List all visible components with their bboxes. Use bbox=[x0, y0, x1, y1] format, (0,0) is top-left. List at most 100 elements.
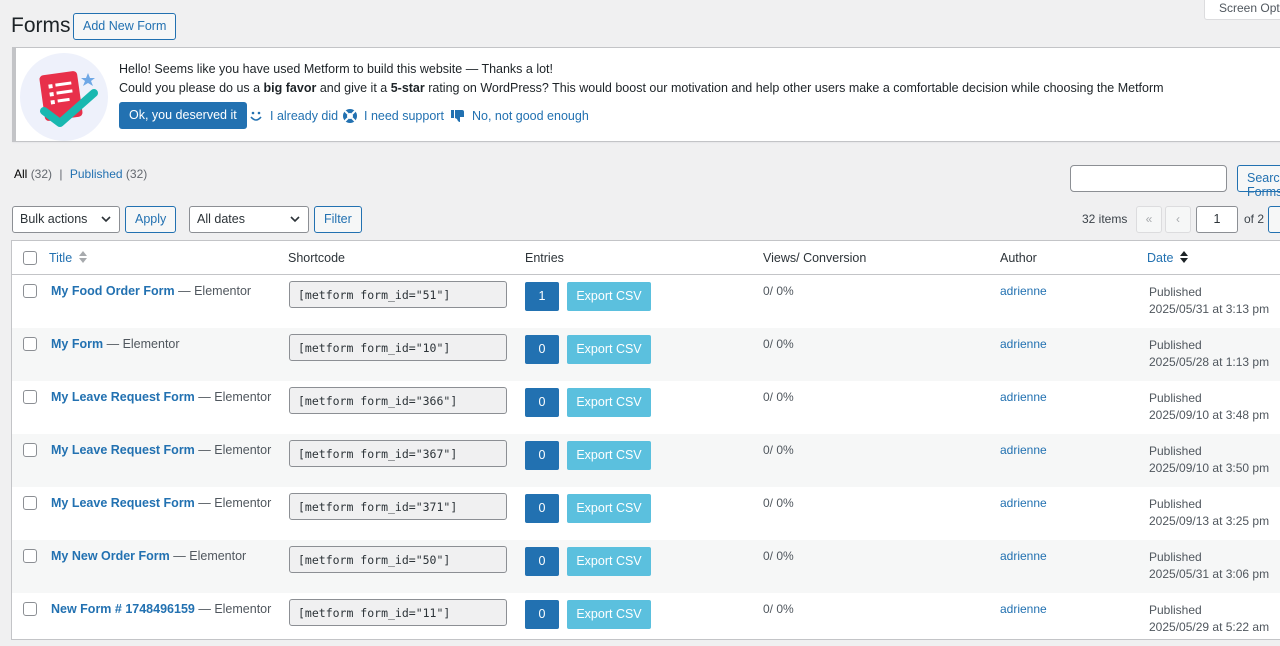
current-page-input[interactable]: 1 bbox=[1196, 206, 1238, 233]
export-csv-button[interactable]: Export CSV bbox=[567, 388, 651, 417]
apply-button[interactable]: Apply bbox=[125, 206, 177, 233]
form-title-link[interactable]: My Food Order Form bbox=[51, 284, 175, 298]
export-csv-button[interactable]: Export CSV bbox=[567, 441, 651, 470]
column-entries: Entries bbox=[525, 251, 564, 265]
first-page-button[interactable]: « bbox=[1136, 206, 1162, 233]
form-title-cell: My New Order Form — Elementor bbox=[51, 549, 246, 563]
column-author: Author bbox=[1000, 251, 1037, 265]
form-title-link[interactable]: My Leave Request Form bbox=[51, 496, 195, 510]
items-count: 32 items bbox=[1082, 212, 1128, 226]
filter-all[interactable]: All (32) bbox=[14, 167, 52, 181]
table-row: New Form # 1748496159 — Elementor [metfo… bbox=[12, 593, 1280, 646]
form-builder-label: Elementor bbox=[189, 549, 247, 563]
author-link[interactable]: adrienne bbox=[1000, 602, 1047, 616]
shortcode-field[interactable]: [metform form_id="371"] bbox=[289, 493, 507, 520]
shortcode-field[interactable]: [metform form_id="367"] bbox=[289, 440, 507, 467]
author-link[interactable]: adrienne bbox=[1000, 390, 1047, 404]
author-link[interactable]: adrienne bbox=[1000, 549, 1047, 563]
screen-options-button[interactable]: Screen Options bbox=[1204, 0, 1280, 20]
form-builder-label: Elementor bbox=[122, 337, 180, 351]
post-status: Published bbox=[1149, 285, 1202, 299]
row-checkbox[interactable] bbox=[23, 549, 37, 563]
form-title-cell: My Leave Request Form — Elementor bbox=[51, 496, 271, 510]
need-support-link[interactable]: I need support bbox=[342, 108, 444, 124]
export-csv-button[interactable]: Export CSV bbox=[567, 494, 651, 523]
row-checkbox[interactable] bbox=[23, 284, 37, 298]
views-conversion: 0/ 0% bbox=[763, 496, 794, 510]
entries-count-button[interactable]: 0 bbox=[525, 494, 559, 523]
title-separator: — bbox=[178, 284, 195, 298]
post-date: 2025/09/10 at 3:50 pm bbox=[1149, 461, 1270, 475]
row-checkbox[interactable] bbox=[23, 337, 37, 351]
entries-count-button[interactable]: 0 bbox=[525, 441, 559, 470]
entries-count-button[interactable]: 0 bbox=[525, 547, 559, 576]
column-views: Views/ Conversion bbox=[763, 251, 867, 265]
status-filter: All (32) | Published (32) bbox=[14, 167, 148, 181]
bulk-actions-select[interactable]: Bulk actions bbox=[12, 206, 120, 233]
export-csv-button[interactable]: Export CSV bbox=[567, 600, 651, 629]
filter-published[interactable]: Published (32) bbox=[70, 167, 147, 181]
post-date: 2025/05/28 at 1:13 pm bbox=[1149, 355, 1270, 369]
date-cell: Published 2025/05/29 at 5:22 am bbox=[1149, 602, 1269, 636]
form-title-link[interactable]: My Form bbox=[51, 337, 103, 351]
add-new-form-button[interactable]: Add New Form bbox=[73, 13, 177, 40]
ok-deserved-button[interactable]: Ok, you deserved it bbox=[119, 102, 247, 129]
filter-button[interactable]: Filter bbox=[314, 206, 362, 233]
date-cell: Published 2025/09/10 at 3:50 pm bbox=[1149, 443, 1269, 477]
export-csv-button[interactable]: Export CSV bbox=[567, 335, 651, 364]
already-did-link[interactable]: I already did bbox=[248, 108, 338, 124]
form-title-link[interactable]: New Form # 1748496159 bbox=[51, 602, 195, 616]
title-separator: — bbox=[198, 602, 215, 616]
entries-count-button[interactable]: 0 bbox=[525, 335, 559, 364]
post-status: Published bbox=[1149, 497, 1202, 511]
prev-page-button[interactable]: ‹ bbox=[1165, 206, 1191, 233]
form-title-cell: My Leave Request Form — Elementor bbox=[51, 390, 271, 404]
table-row: My Form — Elementor [metform form_id="10… bbox=[12, 328, 1280, 381]
row-checkbox[interactable] bbox=[23, 602, 37, 616]
dates-select[interactable]: All dates bbox=[189, 206, 309, 233]
author-link[interactable]: adrienne bbox=[1000, 337, 1047, 351]
form-title-link[interactable]: My Leave Request Form bbox=[51, 443, 195, 457]
smile-icon bbox=[250, 111, 262, 121]
shortcode-field[interactable]: [metform form_id="50"] bbox=[289, 546, 507, 573]
form-title-link[interactable]: My New Order Form bbox=[51, 549, 170, 563]
date-cell: Published 2025/09/13 at 3:25 pm bbox=[1149, 496, 1269, 530]
export-csv-button[interactable]: Export CSV bbox=[567, 282, 651, 311]
shortcode-field[interactable]: [metform form_id="11"] bbox=[289, 599, 507, 626]
author-link[interactable]: adrienne bbox=[1000, 496, 1047, 510]
post-date: 2025/09/10 at 3:48 pm bbox=[1149, 408, 1270, 422]
select-all-checkbox[interactable] bbox=[23, 251, 37, 265]
forms-table: Title Shortcode Entries Views/ Conversio… bbox=[11, 240, 1280, 640]
post-status: Published bbox=[1149, 338, 1202, 352]
row-checkbox[interactable] bbox=[23, 390, 37, 404]
author-link[interactable]: adrienne bbox=[1000, 284, 1047, 298]
views-conversion: 0/ 0% bbox=[763, 337, 794, 351]
form-title-link[interactable]: My Leave Request Form bbox=[51, 390, 195, 404]
shortcode-field[interactable]: [metform form_id="10"] bbox=[289, 334, 507, 361]
date-cell: Published 2025/05/28 at 1:13 pm bbox=[1149, 337, 1269, 371]
form-title-cell: My Form — Elementor bbox=[51, 337, 180, 351]
post-status: Published bbox=[1149, 444, 1202, 458]
author-link[interactable]: adrienne bbox=[1000, 443, 1047, 457]
column-title[interactable]: Title bbox=[49, 251, 87, 265]
entries-count-button[interactable]: 1 bbox=[525, 282, 559, 311]
table-row: My Leave Request Form — Elementor [metfo… bbox=[12, 381, 1280, 434]
entries-count-button[interactable]: 0 bbox=[525, 388, 559, 417]
table-header: Title Shortcode Entries Views/ Conversio… bbox=[12, 241, 1280, 275]
entries-count-button[interactable]: 0 bbox=[525, 600, 559, 629]
title-separator: — bbox=[198, 390, 215, 404]
search-forms-button[interactable]: Search Forms bbox=[1237, 165, 1280, 199]
next-page-button[interactable] bbox=[1268, 206, 1280, 233]
shortcode-field[interactable]: [metform form_id="366"] bbox=[289, 387, 507, 414]
shortcode-field[interactable]: [metform form_id="51"] bbox=[289, 281, 507, 308]
search-input[interactable] bbox=[1070, 165, 1227, 192]
row-checkbox[interactable] bbox=[23, 496, 37, 510]
row-checkbox[interactable] bbox=[23, 443, 37, 457]
form-builder-label: Elementor bbox=[214, 443, 272, 457]
post-date: 2025/05/31 at 3:06 pm bbox=[1149, 567, 1270, 581]
column-date[interactable]: Date bbox=[1147, 251, 1188, 265]
date-cell: Published 2025/09/10 at 3:48 pm bbox=[1149, 390, 1269, 424]
export-csv-button[interactable]: Export CSV bbox=[567, 547, 651, 576]
post-date: 2025/05/31 at 3:13 pm bbox=[1149, 302, 1270, 316]
not-good-enough-link[interactable]: No, not good enough bbox=[450, 108, 589, 124]
